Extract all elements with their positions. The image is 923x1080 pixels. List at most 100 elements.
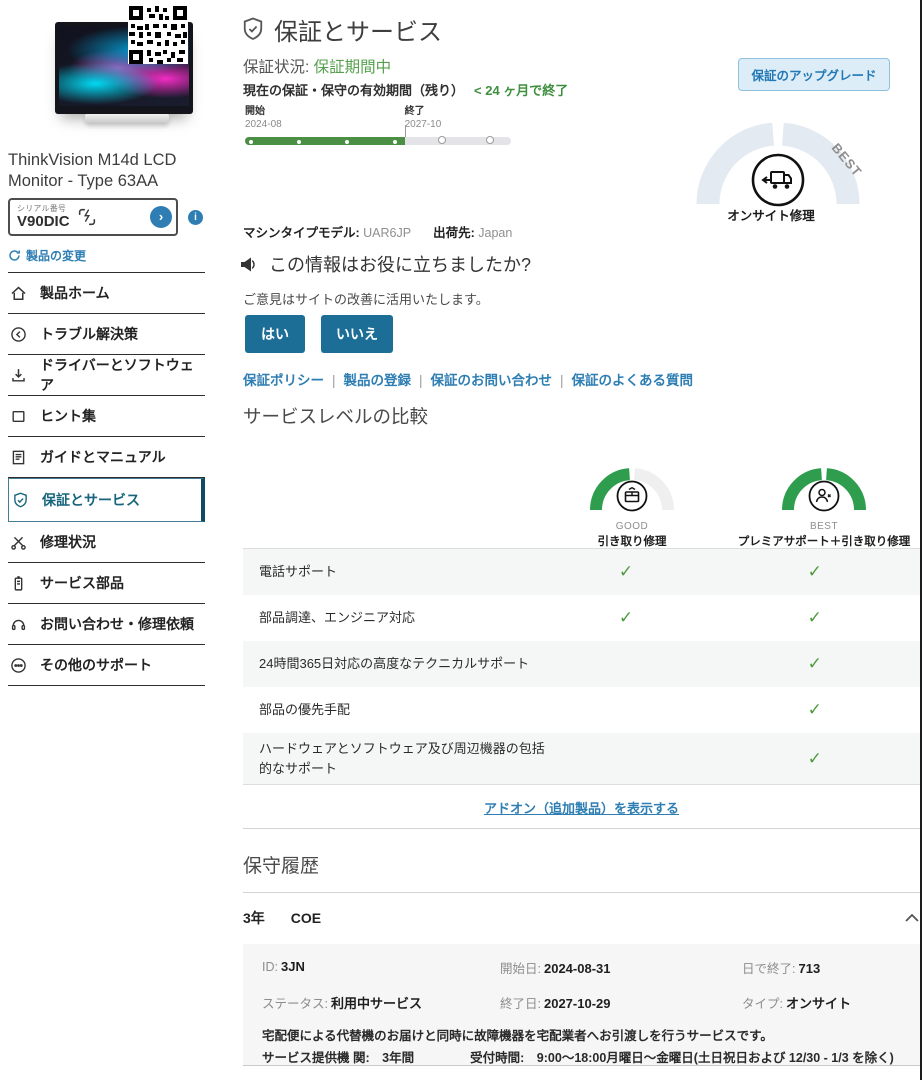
chevron-up-icon[interactable]: [904, 913, 920, 923]
timeline-progress: [245, 137, 405, 145]
sidebar-item-label: 製品ホーム: [40, 283, 110, 303]
sidebar-item-label: サービス部品: [40, 573, 124, 593]
sidebar-item-repair-status[interactable]: 修理状況: [8, 522, 205, 563]
sidebar-item-label: トラブル解決策: [40, 324, 138, 344]
machine-type-value: UAR6JP: [363, 226, 411, 240]
entry-fields: ID:3JN開始日:2024-08-31日で終了:713ステータス:利用中サービ…: [262, 958, 901, 1013]
history-entry-header[interactable]: 3年 COE: [243, 908, 920, 928]
entry-field: ID:3JN: [262, 958, 500, 978]
comparison-row: 24時間365日対応の高度なテクニカルサポート ✓: [243, 641, 920, 687]
tier-good: GOOD 引き取り修理: [558, 452, 706, 549]
sidebar-item-label: その他のサポート: [40, 655, 152, 675]
sidebar-item-home[interactable]: 製品ホーム: [8, 273, 205, 314]
check-icon: ✓: [725, 749, 904, 769]
history-title: 保守履歴: [243, 851, 319, 878]
warranty-link[interactable]: 保証のよくある質問: [572, 373, 694, 388]
sidebar-item-troubleshoot[interactable]: トラブル解決策: [8, 314, 205, 355]
entry-field: 終了日:2027-10-29: [500, 993, 742, 1013]
warranty-page: ThinkVision M14d LCD Monitor - Type 63AA…: [0, 0, 923, 1080]
feedback-no-button[interactable]: いいえ: [321, 315, 393, 353]
hints-icon: [10, 408, 27, 425]
sidebar-item-headset[interactable]: お問い合わせ・修理依頼: [8, 604, 205, 645]
gauge-label: オンサイト修理: [683, 205, 859, 224]
warranty-link[interactable]: 製品の登録: [344, 373, 412, 388]
more-support-icon: [10, 657, 27, 674]
serial-submit-button[interactable]: ›: [150, 206, 172, 228]
service-parts-icon: [10, 575, 27, 592]
comparison-row: 部品の優先手配✓: [243, 687, 920, 733]
ship-to-value: Japan: [478, 226, 512, 240]
auto-detect-icon[interactable]: [76, 206, 98, 228]
feedback-note: ご意見はサイトの改善に活用いたします。: [243, 289, 489, 308]
divider: [243, 828, 920, 829]
sidebar-item-guides[interactable]: ガイドとマニュアル: [8, 437, 205, 478]
comparison-row: ハードウェアとソフトウェア及び周辺機器の包括的なサポート ✓: [243, 733, 920, 785]
best-gauge: [774, 452, 874, 514]
feature-label: ハードウェアとソフトウェア及び周辺機器の包括的なサポート: [259, 739, 557, 778]
tier-best: BEST プレミアサポート＋引き取り修理: [716, 452, 923, 549]
warranty-links: 保証ポリシー|製品の登録|保証のお問い合わせ|保証のよくある質問: [243, 369, 693, 389]
sidebar-item-label: 修理状況: [40, 532, 96, 552]
check-icon: ✓: [725, 608, 904, 628]
sidebar-item-more-support[interactable]: その他のサポート: [8, 645, 205, 686]
download-icon: [10, 367, 27, 384]
good-gauge: [582, 452, 682, 514]
sidebar-item-service-parts[interactable]: サービス部品: [8, 563, 205, 604]
check-icon: ✓: [725, 654, 904, 674]
warranty-timeline: 開始2024-08 終了2027-10: [245, 106, 511, 150]
check-icon: ✓: [725, 700, 904, 720]
serial-input[interactable]: シリアル番号 V90DIC ›: [8, 198, 178, 236]
headset-icon: [10, 616, 27, 633]
warranty-period: 現在の保証・保守の有効期間（残り）< 24 ヶ月で終了: [243, 80, 568, 99]
timeline-track: [245, 137, 511, 145]
warranty-period-remaining: < 24 ヶ月で終了: [474, 83, 568, 98]
sidebar-item-download[interactable]: ドライバーとソフトウェア: [8, 355, 205, 396]
feature-label: 部品調達、エンジニア対応: [259, 608, 557, 628]
shield-check-icon: [242, 17, 264, 42]
history-entry-details: ID:3JN開始日:2024-08-31日で終了:713ステータス:利用中サービ…: [243, 944, 920, 1066]
warranty-link[interactable]: 保証のお問い合わせ: [431, 373, 553, 388]
entry-description: 宅配便による代替機のお届けと同時に故障機器を宅配業者へお引渡しを行うサービスです…: [262, 1027, 901, 1046]
timeline-end: 終了2027-10: [405, 106, 442, 131]
comparison-title: サービスレベルの比較: [243, 403, 428, 429]
info-icon[interactable]: i: [188, 210, 203, 225]
product-title: ThinkVision M14d LCD Monitor - Type 63AA: [8, 150, 204, 193]
refresh-icon: [8, 249, 21, 262]
feedback-question: この情報はお役に立ちましたか?: [240, 251, 531, 277]
warranty-status: 保証状況: 保証期間中: [243, 55, 391, 77]
warranty-upgrade-button[interactable]: 保証のアップグレード: [738, 58, 890, 91]
sidebar-item-label: お問い合わせ・修理依頼: [40, 614, 194, 634]
sidebar-item-shield[interactable]: 保証とサービス: [8, 478, 205, 522]
feature-label: 電話サポート: [259, 562, 557, 582]
comparison-row: 部品調達、エンジニア対応✓✓: [243, 595, 920, 641]
troubleshoot-icon: [10, 326, 27, 343]
megaphone-icon: [240, 256, 260, 273]
addons-link[interactable]: アドオン（追加製品）を表示する: [484, 801, 679, 816]
page-title: 保証とサービス: [242, 12, 442, 47]
product-image-stand: [85, 114, 169, 123]
serial-value: V90DIC: [17, 214, 70, 229]
service-level-gauge: BEST: [683, 98, 875, 210]
check-icon: ✓: [557, 562, 696, 582]
feedback-yes-button[interactable]: はい: [245, 315, 305, 353]
sidebar-item-label: ガイドとマニュアル: [40, 447, 166, 467]
check-icon: ✓: [557, 608, 696, 628]
repair-status-icon: [10, 534, 27, 551]
shield-icon: [12, 492, 29, 509]
pickup-repair-icon: [618, 482, 647, 511]
warranty-link[interactable]: 保証ポリシー: [243, 373, 324, 388]
qr-code: [128, 6, 188, 64]
comparison-table: 電話サポート✓✓部品調達、エンジニア対応✓✓24時間365日対応の高度なテクニカ…: [243, 548, 920, 785]
entry-field: 日で終了:713: [742, 958, 901, 978]
sidebar-item-label: 保証とサービス: [42, 490, 140, 510]
comparison-row: 電話サポート✓✓: [243, 549, 920, 595]
sidebar-item-hints[interactable]: ヒント集: [8, 396, 205, 437]
machine-info: マシンタイプモデル: UAR6JP出荷先: Japan: [243, 222, 534, 241]
serial-label: シリアル番号: [17, 205, 70, 213]
change-product-link[interactable]: 製品の変更: [8, 247, 86, 264]
timeline-end-tick: [405, 125, 406, 137]
check-icon: ✓: [725, 562, 904, 582]
timeline-start: 開始2024-08: [245, 106, 282, 131]
entry-field: 開始日:2024-08-31: [500, 958, 742, 978]
feature-label: 24時間365日対応の高度なテクニカルサポート: [259, 654, 557, 674]
